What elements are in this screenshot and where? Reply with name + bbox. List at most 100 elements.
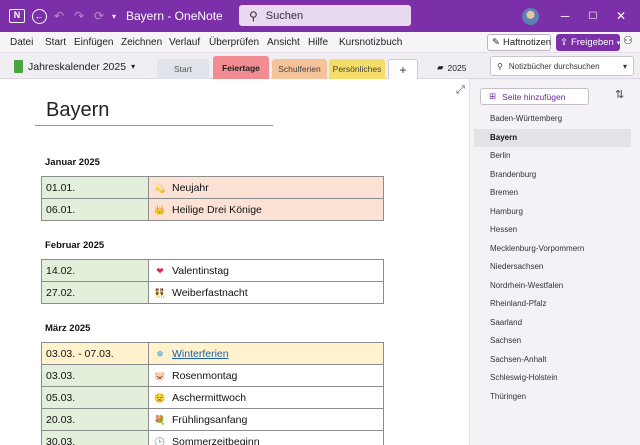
table-row: 27.02. 👯 Weiberfastnacht (41, 281, 384, 304)
page-item-berlin[interactable]: Berlin (474, 147, 631, 165)
menu-kursnotizbuch[interactable]: Kursnotizbuch (339, 32, 402, 53)
search-placeholder: Suchen (265, 9, 304, 22)
event-cell[interactable]: 🕒 Sommerzeitbeginn (148, 430, 384, 445)
table-row: 03.03. - 07.03. ❄ Winterferien (41, 342, 384, 365)
menu-verlauf[interactable]: Verlauf (169, 32, 200, 53)
person-icon[interactable]: ⚇ (623, 34, 633, 47)
notebook-search-placeholder: Notizbücher durchsuchen (508, 61, 600, 71)
page-item-nordrhein-westfalen[interactable]: Nordrhein-Westfalen (474, 277, 631, 295)
emoji-icon: 😟 (154, 392, 166, 403)
add-page-button[interactable]: ⊞ Seite hinzufügen (480, 88, 589, 105)
add-page-label: Seite hinzufügen (502, 91, 566, 102)
menu-hilfe[interactable]: Hilfe (308, 32, 328, 53)
event-label: Heilige Drei Könige (172, 203, 262, 216)
page-item-mecklenburg-vorpommern[interactable]: Mecklenburg-Vorpommern (474, 240, 631, 258)
menu-start[interactable]: Start (45, 32, 66, 53)
page-item-brandenburg[interactable]: Brandenburg (474, 166, 631, 184)
minimize-icon[interactable]: ─ (550, 0, 580, 32)
page-item-sachsen[interactable]: Sachsen (474, 332, 631, 350)
tab-start[interactable]: Start (157, 59, 209, 79)
page-item-bayern[interactable]: Bayern (474, 129, 631, 147)
maximize-icon[interactable]: ☐ (578, 0, 608, 32)
date-cell[interactable]: 14.02. (41, 259, 149, 282)
month-heading: Januar 2025 (45, 157, 100, 168)
menu-einfuegen[interactable]: Einfügen (74, 32, 113, 53)
event-label: Valentinstag (172, 264, 230, 277)
page-list-pane: ⊞ Seite hinzufügen ⇅ Baden-Württemberg B… (470, 79, 640, 445)
tab-feiertage[interactable]: Feiertage (213, 56, 269, 79)
menu-ueberpruefen[interactable]: Überprüfen (209, 32, 259, 53)
add-section-button[interactable]: + (388, 59, 418, 79)
page-item-saarland[interactable]: Saarland (474, 314, 631, 332)
date-cell[interactable]: 03.03. (41, 364, 149, 387)
event-cell[interactable]: 💫 Neujahr (148, 176, 384, 199)
date-cell[interactable]: 27.02. (41, 281, 149, 304)
event-cell[interactable]: 👑 Heilige Drei Könige (148, 198, 384, 221)
date-cell[interactable]: 20.03. (41, 408, 149, 431)
share-button[interactable]: ⇪ Freigeben ▾ (556, 34, 620, 51)
search-icon: ⚲ (497, 61, 503, 71)
month-heading: März 2025 (45, 323, 91, 334)
date-cell[interactable]: 01.01. (41, 176, 149, 199)
emoji-icon: ❤ (156, 265, 164, 276)
quick-access-chevron-icon[interactable]: ▾ (104, 0, 124, 32)
page-item-niedersachsen[interactable]: Niedersachsen (474, 258, 631, 276)
haftnotizen-button[interactable]: ✎ Haftnotizen (487, 34, 551, 51)
title-bar: N ← ↶ ↷ ⟳ ▾ Bayern - OneNote ⚲ Suchen ─ … (0, 0, 640, 32)
date-cell[interactable]: 30.03. (41, 430, 149, 445)
onenote-icon: N (6, 0, 28, 32)
event-cell[interactable]: ❤ Valentinstag (148, 259, 384, 282)
menu-zeichnen[interactable]: Zeichnen (121, 32, 162, 53)
page-item-hessen[interactable]: Hessen (474, 221, 631, 239)
menu-ansicht[interactable]: Ansicht (267, 32, 300, 53)
tab-schulferien[interactable]: Schulferien (272, 59, 327, 79)
page-item-schleswig-holstein[interactable]: Schleswig-Holstein (474, 369, 631, 387)
emoji-icon: 👯 (154, 287, 166, 298)
emoji-icon: ❄ (156, 348, 164, 359)
event-label: Sommerzeitbeginn (172, 435, 260, 445)
undo-icon[interactable]: ↶ (49, 0, 69, 32)
sticky-note-icon: ✎ (492, 37, 500, 48)
month-table: 03.03. - 07.03. ❄ Winterferien 03.03. 🐷 Ro… (41, 342, 384, 445)
search-box[interactable]: ⚲ Suchen (239, 5, 411, 26)
emoji-icon: 💐 (154, 414, 166, 425)
sort-icon[interactable]: ⇅ (615, 88, 624, 101)
event-label: Neujahr (172, 181, 209, 194)
add-page-icon: ⊞ (489, 91, 497, 101)
section-group-2025[interactable]: ▰ 2025 (437, 62, 466, 73)
page-item-sachsen-anhalt[interactable]: Sachsen-Anhalt (474, 351, 631, 369)
event-cell[interactable]: 🐷 Rosenmontag (148, 364, 384, 387)
page-item-hamburg[interactable]: Hamburg (474, 203, 631, 221)
haftnotizen-label: Haftnotizen (502, 37, 552, 48)
tab-persoenliches[interactable]: Persönliches (329, 59, 385, 79)
page-item-rheinland-pfalz[interactable]: Rheinland-Pfalz (474, 295, 631, 313)
expand-icon[interactable]: ⤢ (456, 84, 465, 97)
month-table: 01.01. 💫 Neujahr 06.01. 👑 Heilige Drei Kön… (41, 176, 384, 221)
page-title[interactable]: Bayern (46, 99, 109, 122)
event-link[interactable]: Winterferien (172, 348, 229, 360)
date-cell[interactable]: 03.03. - 07.03. (41, 342, 149, 365)
section-tab-bar: Jahreskalender 2025 ▾ Start Feiertage Sc… (0, 53, 640, 79)
menu-datei[interactable]: Datei (10, 32, 33, 53)
page-item-baden-wuerttemberg[interactable]: Baden-Württemberg (474, 110, 631, 128)
notebook-selector[interactable]: Jahreskalender 2025 ▾ (14, 58, 135, 75)
event-cell[interactable]: ❄ Winterferien (148, 342, 384, 365)
date-cell[interactable]: 06.01. (41, 198, 149, 221)
event-label: Frühlingsanfang (172, 413, 248, 426)
chevron-down-icon: ▾ (622, 61, 627, 71)
date-cell[interactable]: 05.03. (41, 386, 149, 409)
page-item-thueringen[interactable]: Thüringen (474, 388, 631, 406)
table-row: 01.01. 💫 Neujahr (41, 176, 384, 199)
event-cell[interactable]: 👯 Weiberfastnacht (148, 281, 384, 304)
event-cell[interactable]: 😟 Aschermittwoch (148, 386, 384, 409)
event-cell[interactable]: 💐 Frühlingsanfang (148, 408, 384, 431)
close-icon[interactable]: ✕ (606, 0, 636, 32)
page-canvas[interactable]: ⤢ Bayern Januar 2025 01.01. 💫 Neujahr 06.… (4, 79, 470, 445)
share-icon: ⇪ (560, 37, 568, 48)
avatar[interactable] (520, 0, 540, 32)
notebook-search-input[interactable]: ⚲ Notizbücher durchsuchen ▾ (490, 56, 634, 76)
page-item-bremen[interactable]: Bremen (474, 184, 631, 202)
chevron-down-icon: ▾ (131, 62, 136, 71)
back-icon[interactable]: ← (29, 0, 49, 32)
redo-icon[interactable]: ↷ (69, 0, 89, 32)
